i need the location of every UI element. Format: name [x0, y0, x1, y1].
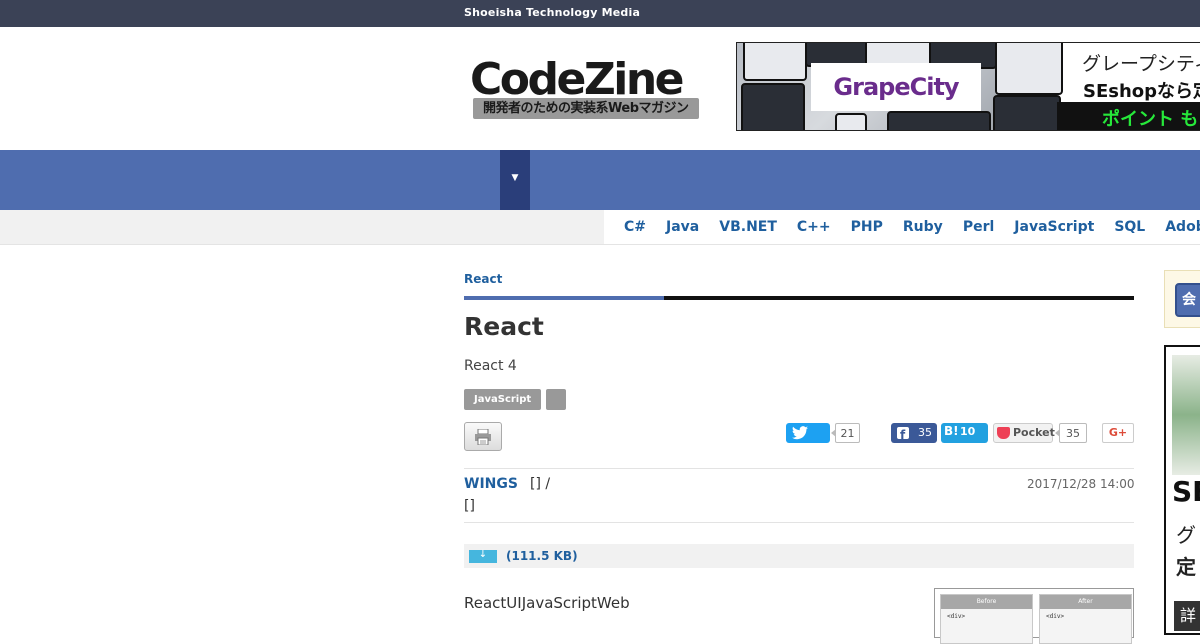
- sidebar-ad-line-3: 定: [1176, 555, 1196, 579]
- language-links: C# Java VB.NET C++ PHP Ruby Perl JavaScr…: [624, 210, 1200, 244]
- pocket-icon: [997, 427, 1010, 439]
- tag-secondary[interactable]: [546, 389, 567, 410]
- lang-link-cpp[interactable]: C++: [797, 219, 831, 235]
- pocket-save-button[interactable]: Pocket: [993, 423, 1055, 443]
- article-body-first-line: ReactUIJavaScriptWeb: [464, 594, 630, 612]
- sidebar-ad[interactable]: SE グ 定 詳: [1164, 345, 1200, 635]
- sidebar-ad-screenshot: [1172, 355, 1200, 475]
- author-role: [] /: [530, 476, 551, 492]
- pocket-count: 35: [1055, 423, 1087, 443]
- publish-date: 2017/12/28 14:00: [1027, 477, 1135, 491]
- banner-line-1: グレープシティ: [1082, 53, 1200, 75]
- hatena-bookmark-button[interactable]: B! 10: [941, 423, 988, 443]
- lang-link-sql[interactable]: SQL: [1114, 219, 1145, 235]
- nav-dropdown-button[interactable]: ▼: [500, 150, 530, 210]
- member-button[interactable]: 会: [1175, 283, 1200, 317]
- sample-download-bar[interactable]: ↓ (111.5 KB): [464, 544, 1134, 568]
- top-bar: Shoeisha Technology Media: [0, 0, 1200, 27]
- divider: [464, 468, 1134, 469]
- member-box: 会: [1164, 270, 1200, 328]
- lang-link-vbnet[interactable]: VB.NET: [719, 219, 777, 235]
- article-category-link[interactable]: React: [464, 272, 502, 286]
- header-banner-ad[interactable]: GrapeCity グレープシティ SEshopなら定価 ポイント も: [736, 42, 1200, 131]
- pocket-label: Pocket: [1013, 426, 1055, 439]
- article-tags: JavaScript: [464, 389, 567, 410]
- grapecity-logo: GrapeCity: [811, 63, 981, 111]
- lang-link-adobe[interactable]: Adobe: [1165, 219, 1200, 235]
- hatena-icon: B!: [944, 424, 959, 438]
- sidebar-ad-line-2: グ: [1176, 523, 1196, 547]
- download-icon: ↓: [469, 549, 497, 563]
- facebook-share-button[interactable]: f 35: [891, 423, 937, 443]
- lang-link-perl[interactable]: Perl: [963, 219, 994, 235]
- logo-tagline: 開発者のための実装系Webマガジン: [473, 98, 699, 119]
- sidebar-ad-line-4: 詳: [1174, 601, 1200, 631]
- grapecity-logo-text: GrapeCity: [833, 73, 959, 101]
- google-plus-button[interactable]: G+: [1102, 423, 1134, 443]
- banner-line-2: SEshopなら定価: [1083, 81, 1200, 102]
- lang-link-csharp[interactable]: C#: [624, 219, 646, 235]
- author-extra: []: [464, 498, 475, 514]
- divider: [464, 522, 1134, 523]
- figure-before-pane: Before <div>: [940, 594, 1033, 644]
- sidebar-ad-line-1: SE: [1172, 475, 1200, 508]
- twitter-share-button[interactable]: [786, 423, 830, 443]
- print-button[interactable]: [464, 422, 502, 451]
- figure-after-label: After: [1040, 595, 1131, 609]
- tag-javascript[interactable]: JavaScript: [464, 389, 542, 410]
- figure-before-label: Before: [941, 595, 1032, 609]
- banner-line-3: ポイント も: [1102, 109, 1199, 130]
- printer-icon: [475, 429, 491, 445]
- author-name-link[interactable]: WINGS: [464, 476, 518, 492]
- site-logo[interactable]: CodeZine 開発者のための実装系Webマガジン: [470, 56, 700, 120]
- category-rule: [464, 296, 1134, 300]
- logo-wordmark: CodeZine: [470, 54, 685, 105]
- figure-after-pane: After <div>: [1039, 594, 1132, 644]
- hatena-bookmark-count: 10: [960, 425, 976, 438]
- facebook-icon: f: [897, 427, 909, 442]
- lang-link-ruby[interactable]: Ruby: [903, 219, 943, 235]
- figure-before-code: <div>: [947, 613, 966, 620]
- lang-link-php[interactable]: PHP: [851, 219, 883, 235]
- figure-after-code: <div>: [1046, 613, 1065, 620]
- article-subtitle: React 4: [464, 358, 517, 374]
- article-title: React: [464, 312, 544, 341]
- before-after-figure[interactable]: Before <div> After <div>: [934, 588, 1134, 644]
- download-size-link[interactable]: (111.5 KB): [506, 549, 578, 563]
- facebook-share-count: 35: [918, 426, 932, 439]
- lang-link-java[interactable]: Java: [666, 219, 699, 235]
- triangle-down-icon: ▼: [511, 173, 519, 183]
- lang-link-javascript[interactable]: JavaScript: [1014, 219, 1094, 235]
- language-bar: C# Java VB.NET C++ PHP Ruby Perl JavaScr…: [0, 210, 1200, 245]
- network-brand-link[interactable]: Shoeisha Technology Media: [464, 6, 640, 19]
- twitter-bird-icon: [792, 426, 808, 440]
- twitter-share-count: 21: [831, 423, 860, 443]
- main-nav-bar: ▼: [0, 150, 1200, 210]
